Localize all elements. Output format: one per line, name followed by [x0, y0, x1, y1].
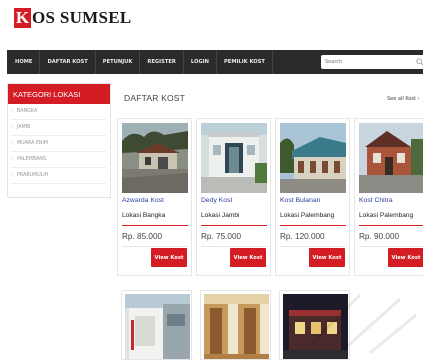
sidebar-item-palembang[interactable]: › PALEMBANG [12, 152, 106, 168]
house-photo[interactable] [122, 123, 188, 193]
nav-daftar-kost[interactable]: DAFTAR KOST [40, 50, 96, 74]
chevron-right-icon: › [12, 156, 14, 163]
kost-card: Azwarda Kost Lokasi Bangka Rp. 85.000 Vi… [117, 118, 192, 276]
kost-card: Kost Bulanan Lokasi Palembang Rp. 120.00… [275, 118, 350, 276]
sidebar-title: KATEGORI LOKASI [8, 84, 110, 104]
search-input[interactable] [321, 59, 411, 65]
search-icon[interactable] [416, 58, 423, 66]
nav-pemilik-kost[interactable]: PEMILIK KOST [217, 50, 273, 74]
nav-login[interactable]: LOGIN [184, 50, 217, 74]
kost-price: Rp. 90.000 [359, 232, 400, 241]
divider [280, 225, 346, 226]
see-all-link[interactable]: See all Kost › [387, 96, 420, 102]
kost-location: Lokasi Bangka [122, 212, 166, 219]
divider [359, 246, 423, 247]
kost-location: Lokasi Jambi [201, 212, 240, 219]
view-kost-button[interactable]: View Kost [230, 248, 266, 267]
kost-location: Lokasi Palembang [280, 212, 335, 219]
search-box [321, 55, 423, 69]
kost-card [121, 290, 192, 360]
divider [201, 225, 267, 226]
sidebar-item-label: PALEMBANG [17, 157, 47, 162]
sidebar-item-prabumulih[interactable]: › PRABUMULIH [12, 168, 106, 184]
kost-location: Lokasi Palembang [359, 212, 414, 219]
sidebar-item-label: JAMBI [17, 125, 31, 130]
view-kost-button[interactable]: View Kost [151, 248, 187, 267]
kost-name[interactable]: Azwarda Kost [122, 197, 164, 204]
kost-card [279, 290, 350, 360]
category-sidebar: KATEGORI LOKASI › BANGKA › JAMBI › MUARA EN… [7, 83, 111, 198]
sidebar-item-label: MUARA ENIM [17, 141, 49, 146]
sidebar-item-bangka[interactable]: › BANGKA [12, 104, 106, 120]
logo-letter: K [14, 8, 31, 28]
divider [201, 246, 267, 247]
chevron-right-icon: › [12, 108, 14, 115]
view-kost-button[interactable]: View Kost [388, 248, 423, 267]
site-logo[interactable]: K OS SUMSEL [14, 8, 132, 28]
view-kost-button[interactable]: View Kost [309, 248, 345, 267]
divider [280, 246, 346, 247]
sidebar-item-muara-enim[interactable]: › MUARA ENIM [12, 136, 106, 152]
divider [359, 225, 423, 226]
nav-petunjuk[interactable]: PETUNJUK [96, 50, 141, 74]
night-building-photo[interactable] [283, 294, 348, 359]
kost-price: Rp. 75.000 [201, 232, 242, 241]
kost-name[interactable]: Kost Chitra [359, 197, 393, 204]
main-nav: HOME DAFTAR KOST PETUNJUK REGISTER LOGIN… [7, 50, 423, 74]
nav-home[interactable]: HOME [7, 50, 41, 74]
sidebar-item-label: PRABUMULIH [17, 173, 49, 178]
kost-card: Kost Chitra Lokasi Palembang Rp. 90.000 … [354, 118, 423, 276]
page-title: DAFTAR KOST [124, 93, 186, 103]
chevron-right-icon: › [12, 172, 14, 179]
kost-price: Rp. 85.000 [122, 232, 163, 241]
building-photo[interactable] [125, 294, 190, 359]
kost-card: Dedy Kost Lokasi Jambi Rp. 75.000 View K… [196, 118, 271, 276]
white-building-photo[interactable] [201, 123, 267, 193]
divider [122, 225, 188, 226]
logo-text: OS SUMSEL [32, 8, 132, 27]
kost-name[interactable]: Kost Bulanan [280, 197, 320, 204]
row-houses-photo[interactable] [280, 123, 346, 193]
brick-house-photo[interactable] [359, 123, 423, 193]
kost-card [200, 290, 271, 360]
kost-name[interactable]: Dedy Kost [201, 197, 232, 204]
nav-register[interactable]: REGISTER [140, 50, 184, 74]
chevron-right-icon: › [12, 140, 14, 147]
sidebar-item-jambi[interactable]: › JAMBI [12, 120, 106, 136]
chevron-right-icon: › [12, 124, 14, 131]
kost-price: Rp. 120.000 [280, 232, 325, 241]
sidebar-item-label: BANGKA [17, 109, 38, 114]
corridor-photo[interactable] [204, 294, 269, 359]
divider [122, 246, 188, 247]
